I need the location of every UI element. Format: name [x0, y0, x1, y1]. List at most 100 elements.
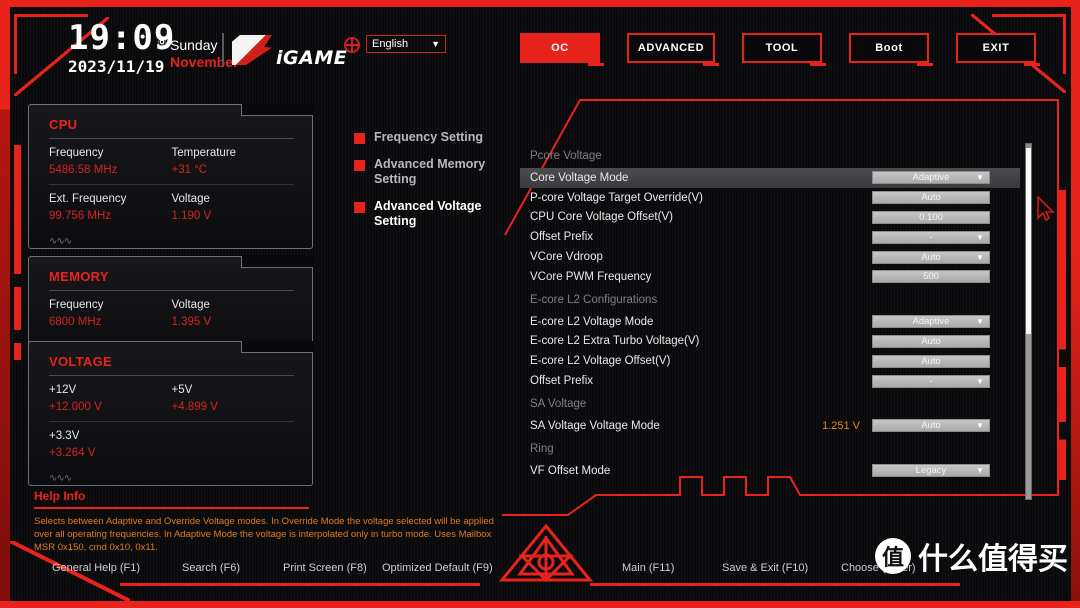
setting-dropdown[interactable]: Legacy ▼: [872, 464, 990, 478]
tab-exit[interactable]: EXIT: [956, 33, 1040, 66]
setting-value: Legacy: [915, 465, 947, 477]
setting-label: Offset Prefix: [530, 375, 594, 388]
card-key: Frequency: [49, 299, 104, 311]
setting-row-e-core-l2-voltage-offset-v-[interactable]: E-core L2 Voltage Offset(V) Auto: [520, 351, 1020, 371]
setting-input[interactable]: 500: [872, 270, 990, 284]
setting-dropdown[interactable]: Auto ▼: [872, 250, 990, 264]
setting-row-e-core-l2-extra-turbo-voltage-v-[interactable]: E-core L2 Extra Turbo Voltage(V) Auto: [520, 332, 1020, 352]
brand-name: iGAME: [276, 47, 348, 69]
tab-oc[interactable]: OC: [520, 33, 604, 66]
language-value: English: [372, 38, 409, 50]
card-key: +5V: [171, 384, 193, 396]
bullet-square-icon: [354, 160, 365, 171]
menu-item-label: Advanced Memory Setting: [374, 157, 486, 186]
setting-row-sa-voltage-voltage-mode[interactable]: SA Voltage Voltage Mode 1.251 V Auto ▼: [520, 416, 1020, 436]
logo-emblem-icon: [498, 523, 594, 583]
chevron-down-icon: ▼: [976, 173, 984, 183]
setting-row-offset-prefix[interactable]: Offset Prefix - ▼: [520, 227, 1020, 247]
settings-scrollbar[interactable]: [1025, 143, 1032, 500]
info-card-voltage: VOLTAGE +12V +12.000 V +5V +4.899 V +3.3…: [28, 341, 313, 486]
clock-date: 2023/11/19: [68, 57, 165, 76]
card-notch: [241, 104, 313, 116]
setting-dropdown[interactable]: Adaptive ▼: [872, 315, 990, 329]
setting-label: VF Offset Mode: [530, 464, 611, 477]
setting-row-core-voltage-mode[interactable]: Core Voltage Mode Adaptive ▼: [520, 168, 1020, 188]
settings-list[interactable]: Pcore Voltage Core Voltage Mode Adaptive ▼ P…: [520, 143, 1020, 500]
setting-dropdown[interactable]: Adaptive ▼: [872, 171, 990, 185]
language-selector[interactable]: English ▼: [366, 35, 446, 53]
card-key: +12V: [49, 384, 77, 396]
setting-input[interactable]: Auto: [872, 354, 990, 368]
card-value: 6800 MHz: [49, 316, 102, 328]
settings-section-header: E-core L2 Configurations: [530, 293, 658, 306]
setting-input[interactable]: Auto: [872, 334, 990, 348]
card-notch: [241, 341, 313, 353]
chevron-down-icon: ▼: [976, 317, 984, 327]
help-info-title: Help Info: [34, 489, 86, 503]
tab-boot[interactable]: Boot: [849, 33, 933, 66]
brand-logo: iGAME: [232, 35, 347, 69]
card-key: Frequency: [49, 147, 104, 159]
card-key: Voltage: [171, 299, 210, 311]
tab-tool[interactable]: TOOL: [742, 33, 826, 66]
card-row: +12V +12.000 V +5V +4.899 V: [49, 375, 294, 421]
chevron-down-icon: ▼: [431, 39, 440, 49]
setting-label: VCore Vdroop: [530, 251, 603, 264]
setting-label: Core Voltage Mode: [530, 171, 629, 184]
settings-section-header: Pcore Voltage: [530, 150, 602, 162]
setting-readout-value: 1.251 V: [822, 419, 860, 432]
card-cell: Voltage 1.190 V: [172, 191, 295, 225]
footer-key-save-exit-f10-[interactable]: Save & Exit (F10): [722, 562, 808, 574]
setting-row-vcore-vdroop[interactable]: VCore Vdroop Auto ▼: [520, 247, 1020, 267]
footer-key-optimized-default-f9-[interactable]: Optimized Default (F9): [382, 562, 493, 574]
settings-panel: Pcore Voltage Core Voltage Mode Adaptive ▼ P…: [500, 95, 1060, 535]
setting-value: Auto: [921, 355, 941, 367]
setting-row-vf-offset-mode[interactable]: VF Offset Mode Legacy ▼: [520, 461, 1020, 481]
setting-label: Offset Prefix: [530, 231, 594, 244]
help-info-divider: [34, 507, 309, 509]
setting-dropdown[interactable]: - ▼: [872, 230, 990, 244]
setting-row-p-core-voltage-target-override-v-[interactable]: P-core Voltage Target Override(V) Auto: [520, 188, 1020, 208]
card-cell: Frequency 6800 MHz: [49, 297, 172, 331]
header-divider: [222, 33, 224, 67]
menu-item-label: Frequency Setting: [374, 130, 484, 144]
setting-row-offset-prefix[interactable]: Offset Prefix - ▼: [520, 371, 1020, 391]
setting-row-e-core-l2-voltage-mode[interactable]: E-core L2 Voltage Mode Adaptive ▼: [520, 312, 1020, 332]
chevron-down-icon: ▼: [976, 252, 984, 262]
setting-dropdown[interactable]: Auto ▼: [872, 419, 990, 433]
chevron-down-icon: ▼: [976, 376, 984, 386]
card-value: 1.190 V: [171, 210, 212, 222]
card-value: +31 °C: [171, 164, 208, 176]
footer-key-main-f11-[interactable]: Main (F11): [622, 562, 674, 574]
setting-label: P-core Voltage Target Override(V): [530, 191, 704, 204]
setting-value: 0.100: [919, 211, 943, 223]
scrollbar-thumb[interactable]: [1026, 144, 1031, 334]
menu-item-frequency-setting[interactable]: Frequency Setting: [354, 130, 504, 145]
card-wave-decoration: ∿∿∿: [49, 473, 72, 484]
setting-label: VCore PWM Frequency: [530, 270, 652, 283]
settings-section-header: Ring: [530, 442, 554, 455]
chevron-down-icon: ▼: [976, 466, 984, 476]
setting-input[interactable]: 0.100: [872, 210, 990, 224]
card-cell: +12V +12.000 V: [49, 382, 172, 416]
menu-item-advanced-voltage-setting[interactable]: Advanced Voltage Setting: [354, 199, 504, 229]
card-value: +4.899 V: [171, 401, 218, 413]
card-key: +3.3V: [49, 430, 80, 442]
menu-item-advanced-memory-setting[interactable]: Advanced Memory Setting: [354, 157, 504, 187]
footer-key-search-f6-[interactable]: Search (F6): [182, 562, 240, 574]
setting-dropdown[interactable]: - ▼: [872, 374, 990, 388]
footer-key-print-screen-f8-[interactable]: Print Screen (F8): [283, 562, 367, 574]
card-cell: Temperature +31 °C: [172, 145, 295, 179]
settings-section-header: SA Voltage: [530, 397, 587, 410]
frame-bottom-bar: [0, 601, 1080, 608]
help-info-panel: Help Info Selects between Adaptive and O…: [34, 489, 504, 554]
setting-input[interactable]: Auto: [872, 191, 990, 205]
footer-key-general-help-f1-[interactable]: General Help (F1): [52, 562, 140, 574]
footer-line-left: [120, 583, 480, 586]
tab-advanced[interactable]: ADVANCED: [627, 33, 719, 66]
setting-value: Auto: [921, 251, 941, 263]
mouse-cursor-icon: [1037, 196, 1055, 222]
chevron-down-icon: ▼: [976, 421, 984, 431]
setting-row-vcore-pwm-frequency[interactable]: VCore PWM Frequency 500: [520, 267, 1020, 287]
setting-row-cpu-core-voltage-offset-v-[interactable]: CPU Core Voltage Offset(V) 0.100: [520, 208, 1020, 228]
